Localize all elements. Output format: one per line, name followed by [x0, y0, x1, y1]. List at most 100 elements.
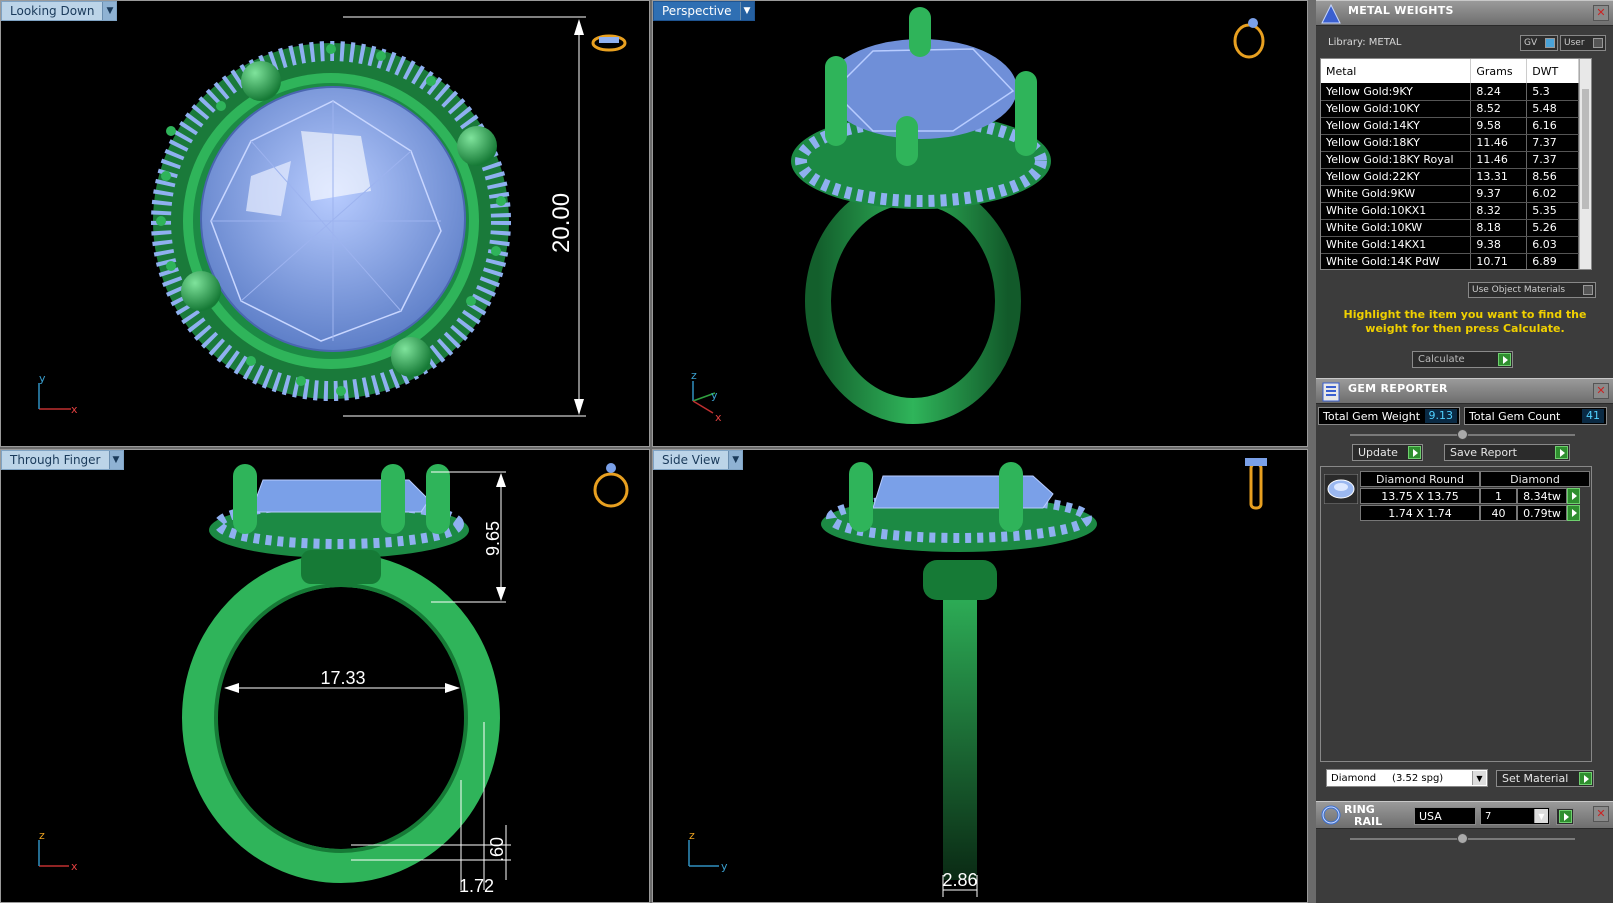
- viewport-perspective[interactable]: z y x Perspective ▼: [652, 0, 1308, 447]
- chevron-down-icon[interactable]: ▼: [739, 2, 754, 20]
- ring-rail-apply-button[interactable]: [1556, 808, 1574, 825]
- gem-row[interactable]: 1.74 X 1.74 40 0.79tw: [1360, 505, 1580, 521]
- update-label: Update: [1358, 446, 1398, 459]
- gem-material-select[interactable]: Diamond (3.52 spg) ▼: [1326, 769, 1488, 787]
- pyramid-icon: [1321, 3, 1341, 24]
- metal-grams: 8.52: [1470, 100, 1528, 118]
- metal-dwt: 5.26: [1526, 219, 1579, 237]
- table-row[interactable]: White Gold:10KW 8.18 5.26: [1321, 219, 1579, 237]
- metal-weights-table[interactable]: Metal Grams DWT Yellow Gold:9KY 8.24 5.3 Y…: [1320, 58, 1592, 270]
- viewport-title-side-view[interactable]: Side View ▼: [653, 450, 744, 470]
- toggle-switch-icon: [1583, 285, 1593, 295]
- close-icon[interactable]: ✕: [1593, 5, 1609, 21]
- table-row[interactable]: Yellow Gold:9KY 8.24 5.3: [1321, 83, 1579, 101]
- library-label: Library: METAL: [1328, 37, 1402, 48]
- total-gem-weight-label: Total Gem Weight: [1323, 409, 1421, 423]
- use-object-materials-label: Use Object Materials: [1472, 285, 1566, 295]
- table-row[interactable]: White Gold:14KX1 9.38 6.03: [1321, 236, 1579, 254]
- save-report-button[interactable]: Save Report: [1444, 444, 1570, 461]
- chevron-down-icon[interactable]: ▼: [1472, 771, 1486, 785]
- table-row[interactable]: Yellow Gold:18KY 11.46 7.37: [1321, 134, 1579, 152]
- close-icon[interactable]: ✕: [1593, 806, 1609, 822]
- toggle-gv-label: GV: [1524, 38, 1538, 48]
- axis-y-label: y: [721, 860, 728, 873]
- column-header-metal[interactable]: Metal: [1321, 59, 1472, 83]
- metal-grams: 9.58: [1470, 117, 1528, 135]
- front-view-scene: 9.65 17.33 .60 1.72 z x: [38, 463, 629, 896]
- metal-name: Yellow Gold:9KY: [1321, 83, 1472, 101]
- viewport-title-text: Through Finger: [10, 453, 101, 467]
- gem-reporter-header: GEM REPORTER ✕: [1316, 378, 1613, 404]
- viewport-title-text: Looking Down: [10, 4, 95, 18]
- ring-size-value: 7: [1485, 810, 1492, 822]
- total-gem-weight: Total Gem Weight 9.13: [1318, 407, 1460, 425]
- metal-weights-title: METAL WEIGHTS: [1348, 4, 1454, 17]
- gem-weight: 8.34tw: [1517, 488, 1567, 504]
- play-icon: [1555, 446, 1568, 459]
- viewport-through-finger[interactable]: 9.65 17.33 .60 1.72 z x Through Finger ▼: [0, 449, 650, 903]
- metal-dwt: 5.48: [1526, 100, 1579, 118]
- toggle-switch-icon: [1593, 38, 1603, 48]
- ring-size-select[interactable]: 7 ▼: [1480, 807, 1550, 825]
- select-gem-button[interactable]: [1567, 505, 1580, 521]
- gem-reporter-slider[interactable]: [1350, 429, 1575, 440]
- metal-dwt: 6.02: [1526, 185, 1579, 203]
- update-button[interactable]: Update: [1352, 444, 1423, 461]
- app-window: 20.00 y x Looking Down ▼ z y x Perspecti…: [0, 0, 1613, 903]
- metal-grams: 13.31: [1470, 168, 1528, 186]
- ring-icon: [1321, 805, 1341, 825]
- table-row[interactable]: Yellow Gold:10KY 8.52 5.48: [1321, 100, 1579, 118]
- table-row[interactable]: Yellow Gold:22KY 13.31 8.56: [1321, 168, 1579, 186]
- set-material-label: Set Material: [1502, 772, 1569, 785]
- calculate-button[interactable]: Calculate: [1412, 351, 1513, 368]
- axis-y-label: y: [711, 389, 718, 402]
- table-scrollbar[interactable]: [1579, 59, 1591, 269]
- scrollbar-thumb[interactable]: [1582, 89, 1589, 209]
- dim-height-front: 9.65: [483, 521, 503, 556]
- total-gem-weight-value: 9.13: [1424, 409, 1457, 423]
- viewport-title-perspective[interactable]: Perspective ▼: [653, 1, 755, 21]
- gem-row[interactable]: 13.75 X 13.75 1 8.34tw: [1360, 488, 1580, 504]
- toggle-user-label: User: [1564, 38, 1585, 48]
- total-gem-count: Total Gem Count 41: [1464, 407, 1607, 425]
- dim-inner-diameter: 17.33: [320, 668, 365, 688]
- toggle-user[interactable]: User: [1560, 35, 1606, 51]
- select-gem-button[interactable]: [1567, 488, 1580, 504]
- viewport-side-view[interactable]: 2.86 z y Side View ▼: [652, 449, 1308, 903]
- dim-band-width-side: 2.86: [942, 870, 977, 890]
- table-header-row: Metal Grams DWT: [1321, 59, 1579, 83]
- table-row[interactable]: Yellow Gold:18KY Royal 11.46 7.37: [1321, 151, 1579, 169]
- metal-name: White Gold:14KX1: [1321, 236, 1472, 254]
- chevron-down-icon[interactable]: ▼: [108, 451, 123, 469]
- gem-weight: 0.79tw: [1517, 505, 1567, 521]
- ring-rail-slider[interactable]: [1350, 833, 1575, 844]
- set-material-button[interactable]: Set Material: [1496, 770, 1594, 787]
- metal-name: Yellow Gold:14KY: [1321, 117, 1472, 135]
- calculate-label: Calculate: [1418, 354, 1465, 365]
- metal-name: Yellow Gold:18KY: [1321, 134, 1472, 152]
- table-row[interactable]: White Gold:9KW 9.37 6.02: [1321, 185, 1579, 203]
- metal-dwt: 8.56: [1526, 168, 1579, 186]
- table-row[interactable]: White Gold:14K PdW 10.71 6.89: [1321, 253, 1579, 269]
- chevron-down-icon[interactable]: ▼: [728, 451, 743, 469]
- axis-x-label: x: [71, 860, 78, 873]
- ring-size-standard[interactable]: USA: [1414, 807, 1476, 825]
- chevron-down-icon[interactable]: ▼: [1534, 809, 1548, 823]
- close-icon[interactable]: ✕: [1593, 383, 1609, 399]
- column-header-grams[interactable]: Grams: [1470, 59, 1528, 83]
- use-object-materials-toggle[interactable]: Use Object Materials: [1468, 282, 1596, 298]
- slider-knob[interactable]: [1457, 833, 1468, 844]
- metal-name: White Gold:10KX1: [1321, 202, 1472, 220]
- slider-knob[interactable]: [1457, 429, 1468, 440]
- gem-reporter-title: GEM REPORTER: [1348, 382, 1448, 395]
- chevron-down-icon[interactable]: ▼: [102, 2, 117, 20]
- dim-band-thickness: .60: [487, 837, 507, 862]
- toggle-gv[interactable]: GV: [1520, 35, 1558, 51]
- table-row[interactable]: White Gold:10KX1 8.32 5.35: [1321, 202, 1579, 220]
- metal-grams: 11.46: [1470, 151, 1528, 169]
- column-header-dwt[interactable]: DWT: [1526, 59, 1579, 83]
- viewport-looking-down[interactable]: 20.00 y x Looking Down ▼: [0, 0, 650, 447]
- viewport-title-through-finger[interactable]: Through Finger ▼: [1, 450, 124, 470]
- table-row[interactable]: Yellow Gold:14KY 9.58 6.16: [1321, 117, 1579, 135]
- viewport-title-looking-down[interactable]: Looking Down ▼: [1, 1, 118, 21]
